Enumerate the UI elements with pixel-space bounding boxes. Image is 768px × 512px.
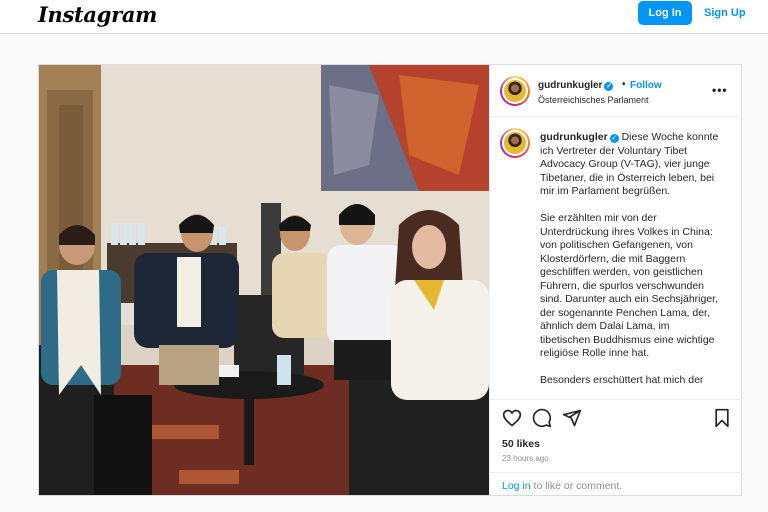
- group-photo-illustration: [39, 65, 489, 495]
- caption-avatar[interactable]: [500, 128, 530, 158]
- sign-up-link[interactable]: Sign Up: [704, 7, 746, 19]
- log-in-link[interactable]: Log in: [502, 480, 531, 492]
- avatar[interactable]: [500, 76, 530, 106]
- paper-plane-icon[interactable]: [562, 408, 582, 428]
- likes-count[interactable]: 50 likes: [502, 438, 540, 450]
- post-caption: gudrunkugler ✓ Diese Woche konnte ich Ver…: [540, 131, 720, 398]
- caption-username[interactable]: gudrunkugler: [540, 131, 608, 143]
- post-actions: 50 likes 23 hours ago Log in to like or …: [490, 399, 742, 497]
- verified-badge-icon: ✓: [604, 82, 614, 91]
- log-in-button[interactable]: Log In: [638, 1, 692, 25]
- top-bar: Instagram Log In Sign Up: [0, 0, 768, 34]
- caption-area: gudrunkugler ✓ Diese Woche konnte ich Ver…: [490, 118, 742, 398]
- post-sidebar: gudrunkugler ✓ • Follow Österreichisches …: [489, 65, 742, 497]
- post-header: gudrunkugler ✓ • Follow Österreichisches …: [490, 65, 742, 117]
- bookmark-icon[interactable]: [712, 408, 732, 428]
- caption-paragraph: Besonders erschüttert hat mich der: [540, 374, 704, 386]
- post-photo[interactable]: [39, 65, 489, 495]
- login-prompt-text: to like or comment.: [530, 480, 623, 492]
- comment-icon[interactable]: [532, 408, 552, 428]
- login-prompt: Log in to like or comment.: [490, 472, 742, 498]
- heart-icon[interactable]: [502, 408, 522, 428]
- verified-badge-icon: ✓: [609, 134, 619, 143]
- post-card: gudrunkugler ✓ • Follow Österreichisches …: [38, 64, 742, 496]
- caption-paragraph: Sie erzählten mir von der Unterdrückung …: [540, 212, 719, 359]
- post-location[interactable]: Österreichisches Parlament: [538, 95, 649, 105]
- instagram-logo[interactable]: Instagram: [38, 2, 157, 27]
- post-username[interactable]: gudrunkugler ✓: [538, 80, 614, 91]
- post-timestamp[interactable]: 23 hours ago: [502, 454, 549, 463]
- separator-dot: •: [622, 79, 626, 90]
- more-options-icon[interactable]: •••: [712, 83, 728, 97]
- follow-button[interactable]: Follow: [630, 80, 662, 91]
